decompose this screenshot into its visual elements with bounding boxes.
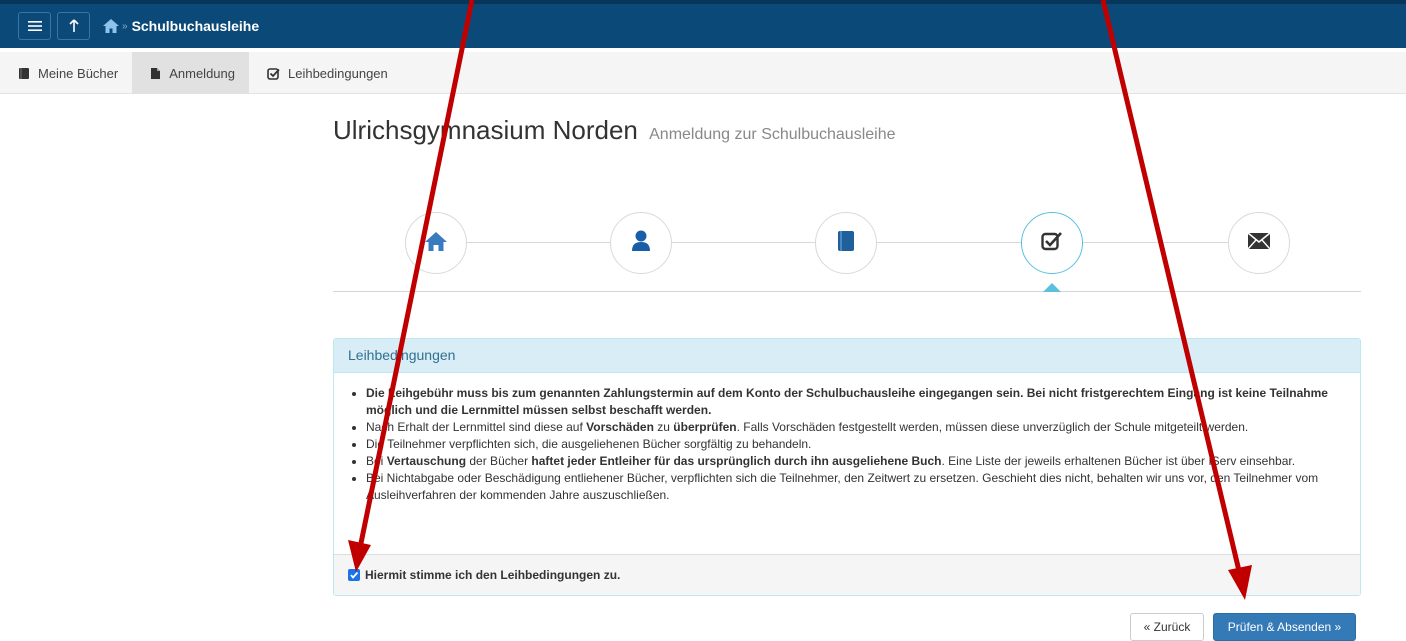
list-item: Nach Erhalt der Lernmittel sind diese au… [366,419,1346,436]
home-icon[interactable] [102,18,120,34]
conditions-list: Die Leihgebühr muss bis zum genannten Za… [348,385,1346,504]
school-name: Ulrichsgymnasium Norden [333,115,638,145]
nav-item-anmeldung[interactable]: Anmeldung [132,52,249,94]
secondary-nav: Meine Bücher Anmeldung Leihbedingungen [0,52,1406,94]
arrow-up-icon[interactable] [57,12,90,40]
book-icon [18,67,30,80]
app-title[interactable]: Schulbuchausleihe [132,18,260,34]
submit-button[interactable]: Prüfen & Absenden » [1213,613,1356,641]
step-conditions[interactable] [1021,212,1083,274]
active-step-pointer [1043,283,1061,292]
step-books[interactable] [815,212,877,274]
list-item: Bei Vertauschung der Bücher haftet jeder… [366,453,1346,470]
list-item: Bei Nichtabgabe oder Beschädigung entlie… [366,470,1346,504]
nav-item-label: Anmeldung [169,65,235,81]
panel-title: Leihbedingungen [334,339,1360,373]
step-submit[interactable] [1228,212,1290,274]
page-subtitle: Anmeldung zur Schulbuchausleihe [649,126,896,143]
file-icon [150,67,161,80]
nav-item-meine-buecher[interactable]: Meine Bücher [0,52,132,94]
top-bar: » Schulbuchausleihe [0,0,1406,48]
menu-icon[interactable] [18,12,51,40]
agree-checkbox[interactable] [348,569,360,581]
nav-item-leihbedingungen[interactable]: Leihbedingungen [249,52,402,94]
page-title: Ulrichsgymnasium Norden Anmeldung zur Sc… [333,115,896,146]
stepper-divider [333,291,1361,292]
nav-item-label: Meine Bücher [38,65,119,81]
envelope-icon [1247,231,1271,255]
list-item: Die Teilnehmer verpflichten sich, die au… [366,436,1346,453]
conditions-panel: Leihbedingungen Die Leihgebühr muss bis … [333,338,1361,596]
agree-checkbox-label[interactable]: Hiermit stimme ich den Leihbedingungen z… [365,568,620,582]
home-icon [424,230,448,257]
check-square-icon [1041,231,1063,256]
step-home[interactable] [405,212,467,274]
step-user[interactable] [610,212,672,274]
list-item: Die Leihgebühr muss bis zum genannten Za… [366,385,1346,419]
book-icon [837,230,855,257]
breadcrumb-separator: » [122,20,128,32]
panel-body: Die Leihgebühr muss bis zum genannten Za… [334,373,1360,504]
back-button[interactable]: « Zurück [1130,613,1204,641]
panel-footer: Hiermit stimme ich den Leihbedingungen z… [334,554,1360,595]
nav-item-label: Leihbedingungen [288,65,388,81]
check-square-icon [267,67,280,80]
user-icon [631,230,651,257]
